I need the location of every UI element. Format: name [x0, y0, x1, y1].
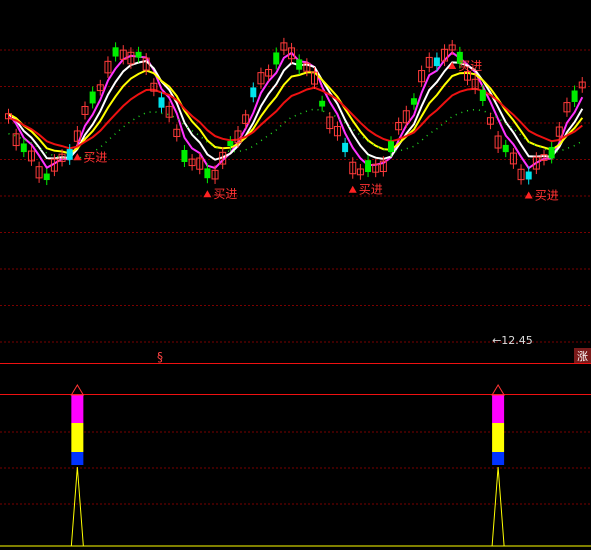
candle-body-down [89, 91, 96, 104]
candle-body-down [319, 100, 326, 107]
signal-bar-segment [492, 452, 505, 465]
low-price-label: ←12.45 [492, 334, 533, 347]
candle-body-down [502, 144, 509, 153]
candle-body-down [365, 160, 372, 173]
signal-bar-segment [492, 395, 505, 423]
signal-bar-segment [71, 395, 84, 423]
candle-body-down [479, 89, 486, 101]
candle-body-down [135, 51, 142, 58]
buy-arrow-icon [203, 190, 212, 198]
candle-body-down [525, 171, 532, 180]
candle-body-down [433, 57, 440, 67]
candle-body-down [342, 142, 349, 153]
buy-arrow-icon [524, 191, 533, 199]
candle-body-down [571, 90, 578, 103]
divider-glyph: § [157, 350, 163, 364]
signal-bar-segment [71, 452, 84, 465]
candle-body-down [204, 168, 211, 179]
signal-spike [491, 466, 505, 547]
candle-body-down [388, 141, 394, 153]
candle-body-down [158, 97, 165, 108]
buy-arrow-icon [73, 153, 82, 161]
stock-chart: 买进买进 买进买进买进←12.45 § 涨 [0, 37, 591, 547]
signal-bar-segment [492, 423, 505, 452]
buy-label: 买进 [458, 59, 482, 73]
candle-body-down [181, 150, 188, 162]
candle-body-down [112, 47, 119, 57]
candle-body-down [273, 52, 280, 65]
signal-bar-segment [71, 423, 84, 452]
signal-top-marker [491, 384, 505, 396]
signal-top-marker [70, 384, 85, 396]
buy-label: 买进 [83, 150, 107, 164]
buy-arrow-icon [348, 185, 357, 193]
candle-body-down [410, 98, 417, 105]
candle-body-down [296, 59, 303, 70]
corner-badge: 涨 [574, 348, 591, 363]
corner-badge-text: 涨 [577, 350, 588, 363]
candle-body-down [250, 87, 257, 98]
buy-label: 买进 [359, 183, 383, 197]
signal-spike [70, 466, 84, 547]
candle-body-down [66, 149, 73, 160]
indicator-signals [70, 384, 505, 547]
candle-body-down [20, 143, 27, 153]
buy-annotations: 买进买进 买进买进买进←12.45 [73, 59, 559, 347]
candle-body-down [548, 146, 555, 159]
buy-label: 买进 [213, 187, 237, 201]
buy-label: 买进 [535, 188, 559, 202]
candle-body-down [227, 141, 234, 147]
candle-body-down [43, 173, 50, 181]
